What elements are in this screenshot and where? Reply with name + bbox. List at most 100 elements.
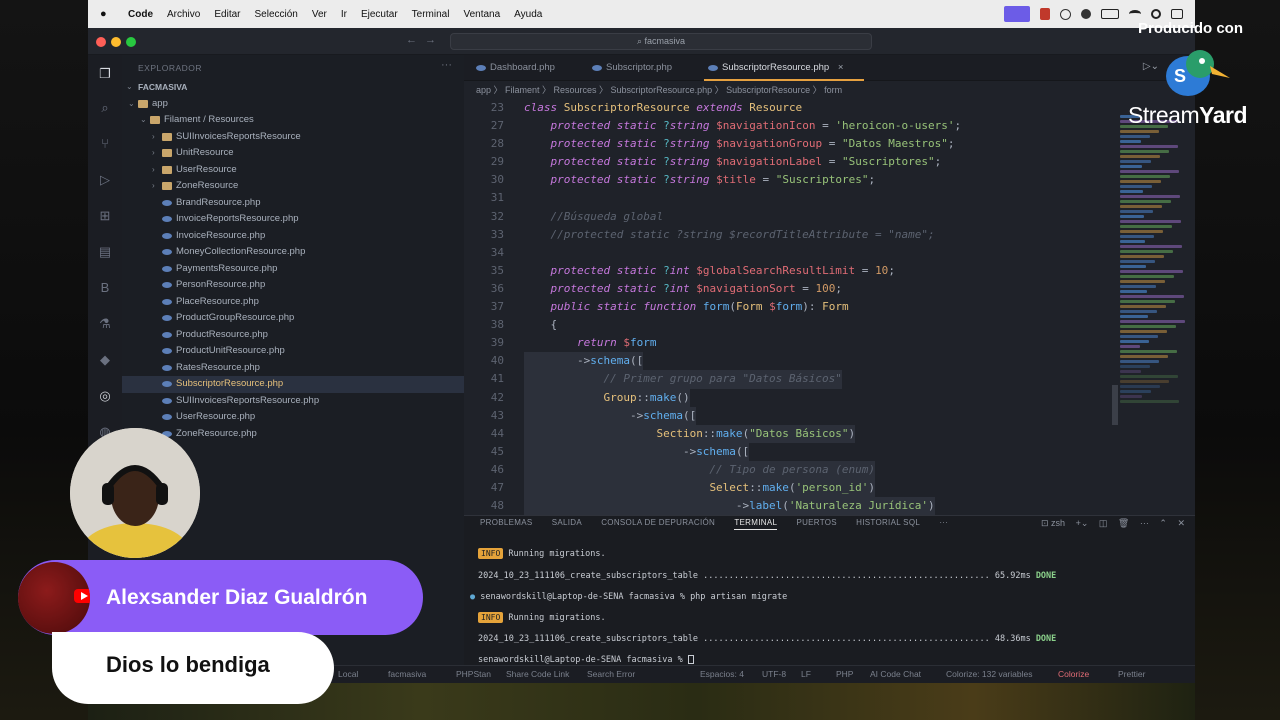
code-line[interactable]: 37 public static function form(Form $for… bbox=[464, 298, 1124, 316]
command-center-search[interactable]: ⌕ facmasiva bbox=[450, 33, 872, 50]
split-terminal-icon[interactable]: ◫ bbox=[1099, 518, 1108, 528]
status-colorize-count[interactable]: Colorize: 132 variables bbox=[946, 669, 1032, 679]
code-line[interactable]: 45 ->schema([ bbox=[464, 442, 1124, 461]
tree-file[interactable]: PaymentsResource.php bbox=[122, 261, 464, 278]
tree-file[interactable]: MoneyCollectionResource.php bbox=[122, 244, 464, 261]
code-line[interactable]: 42 Group::make() bbox=[464, 388, 1124, 407]
sticky-scroll-line[interactable]: 23 class SubscriptorResource extends Reso… bbox=[464, 99, 1124, 117]
panel-tab-debug-console[interactable]: CONSOLA DE DEPURACIÓN bbox=[601, 518, 715, 527]
tree-folder[interactable]: › ZoneResource bbox=[122, 178, 464, 195]
explorer-icon[interactable]: ❐ bbox=[96, 65, 114, 83]
code-line[interactable]: 47 Select::make('person_id') bbox=[464, 478, 1124, 498]
terminal-shell-name[interactable]: zsh bbox=[1051, 518, 1065, 528]
trash-icon[interactable]: 🗑 bbox=[1118, 518, 1129, 528]
chevron-down-icon[interactable]: ⌄ bbox=[140, 112, 147, 129]
panel-tab-problems[interactable]: PROBLEMAS bbox=[480, 518, 533, 527]
tree-file[interactable]: RatesResource.php bbox=[122, 360, 464, 377]
code-line[interactable]: 41 // Primer grupo para "Datos Básicos" bbox=[464, 370, 1124, 389]
editor-scrollbar[interactable] bbox=[1112, 385, 1118, 425]
menu-ejecutar[interactable]: Ejecutar bbox=[361, 9, 398, 20]
chevron-right-icon[interactable]: › bbox=[152, 145, 155, 162]
tab-subscriptor-resource[interactable]: SubscriptorResource.php × bbox=[704, 55, 864, 81]
terminal-prompt[interactable]: senawordskill@Laptop-de-SENA facmasiva % bbox=[478, 655, 694, 665]
status-eol[interactable]: LF bbox=[801, 669, 811, 679]
control-center-icon[interactable] bbox=[1171, 9, 1183, 19]
tree-folder[interactable]: › SUIInvoicesReportsResource bbox=[122, 129, 464, 146]
code-line[interactable]: 36 protected static ?int $navigationSort… bbox=[464, 280, 1124, 298]
close-panel-icon[interactable]: ✕ bbox=[1177, 518, 1185, 528]
menu-ayuda[interactable]: Ayuda bbox=[514, 9, 542, 20]
panel-tab-ports[interactable]: PUERTOS bbox=[796, 518, 836, 527]
menu-ventana[interactable]: Ventana bbox=[463, 9, 500, 20]
screen-share-icon[interactable] bbox=[1004, 6, 1030, 22]
menu-ver[interactable]: Ver bbox=[312, 9, 327, 20]
status-indent[interactable]: Espacios: 4 bbox=[700, 669, 744, 679]
more-actions-icon[interactable]: ··· bbox=[441, 59, 452, 71]
search-icon[interactable] bbox=[1151, 9, 1161, 19]
tab-dashboard[interactable]: Dashboard.php bbox=[472, 55, 582, 81]
wifi-icon[interactable] bbox=[1129, 10, 1141, 18]
docker-icon[interactable]: ◆ bbox=[96, 351, 114, 369]
chevron-right-icon[interactable]: › bbox=[152, 129, 155, 146]
code-view[interactable]: 23 class SubscriptorResource extends Reso… bbox=[464, 99, 1124, 516]
menu-ir[interactable]: Ir bbox=[341, 9, 347, 20]
code-line[interactable]: 35 protected static ?int $globalSearchRe… bbox=[464, 262, 1124, 280]
menu-archivo[interactable]: Archivo bbox=[167, 9, 200, 20]
remote-icon[interactable]: ▤ bbox=[96, 243, 114, 261]
tree-file[interactable]: PlaceResource.php bbox=[122, 294, 464, 311]
status-language[interactable]: PHP bbox=[836, 669, 853, 679]
tree-folder[interactable]: ⌄ Filament / Resources bbox=[122, 112, 464, 129]
minimap[interactable] bbox=[1120, 113, 1190, 413]
tree-file[interactable]: ProductGroupResource.php bbox=[122, 310, 464, 327]
testing-icon[interactable]: ⚗ bbox=[96, 315, 114, 333]
menu-seleccion[interactable]: Selección bbox=[254, 9, 297, 20]
battery-icon[interactable] bbox=[1101, 9, 1119, 19]
panel-more-icon[interactable]: ··· bbox=[939, 518, 948, 527]
search-view-icon[interactable]: ⌕ bbox=[96, 99, 114, 117]
tree-folder[interactable]: ⌄ app bbox=[122, 96, 464, 113]
code-line[interactable]: 27 protected static ?string $navigationI… bbox=[464, 117, 1124, 135]
new-terminal-icon[interactable]: +⌄ bbox=[1076, 518, 1089, 528]
status-share-code[interactable]: Share Code Link bbox=[506, 669, 569, 679]
status-colorize[interactable]: Colorize bbox=[1058, 669, 1089, 679]
code-line[interactable]: 38 { bbox=[464, 316, 1124, 334]
minimize-window-button[interactable] bbox=[111, 37, 121, 47]
code-line[interactable]: 46 // Tipo de persona (enum) bbox=[464, 460, 1124, 479]
tree-file[interactable]: ProductResource.php bbox=[122, 327, 464, 344]
ai-chat-icon[interactable]: ◎ bbox=[96, 387, 114, 405]
status-prettier[interactable]: Prettier bbox=[1118, 669, 1145, 679]
status-local[interactable]: Local bbox=[338, 669, 358, 679]
tree-root[interactable]: ⌄ FACMASIVA bbox=[122, 79, 464, 96]
play-status-icon[interactable] bbox=[1060, 8, 1071, 20]
tree-file[interactable]: BrandResource.php bbox=[122, 195, 464, 212]
status-ai-chat[interactable]: AI Code Chat bbox=[870, 669, 921, 679]
chevron-right-icon[interactable]: › bbox=[152, 162, 155, 179]
tree-file[interactable]: SUIInvoicesReportsResource.php bbox=[122, 393, 464, 410]
code-line[interactable]: 29 protected static ?string $navigationL… bbox=[464, 153, 1124, 171]
code-line[interactable]: 39 return $form bbox=[464, 334, 1124, 352]
run-code-icon[interactable]: ▷⌄ bbox=[1143, 61, 1159, 72]
code-line[interactable]: 28 protected static ?string $navigationG… bbox=[464, 135, 1124, 153]
more-icon[interactable]: ··· bbox=[1140, 518, 1149, 528]
code-line[interactable]: 32 //Búsqueda global bbox=[464, 208, 1124, 226]
status-search-error[interactable]: Search Error bbox=[587, 669, 635, 679]
close-tab-icon[interactable]: × bbox=[838, 62, 844, 73]
menu-app[interactable]: Code bbox=[128, 9, 153, 20]
code-line[interactable]: 33 //protected static ?string $recordTit… bbox=[464, 226, 1124, 244]
moon-icon[interactable] bbox=[1081, 9, 1091, 19]
tree-file[interactable]: PersonResource.php bbox=[122, 277, 464, 294]
maximize-panel-icon[interactable]: ⌃ bbox=[1159, 518, 1167, 528]
menu-terminal[interactable]: Terminal bbox=[412, 9, 450, 20]
breadcrumb[interactable]: app 〉 Filament 〉 Resources 〉 Subscriptor… bbox=[476, 83, 842, 96]
bootstrap-icon[interactable]: B bbox=[96, 279, 114, 297]
mic-status-icon[interactable] bbox=[1040, 8, 1050, 20]
close-window-button[interactable] bbox=[96, 37, 106, 47]
code-line[interactable]: 40 ->schema([ bbox=[464, 352, 1124, 371]
status-workspace[interactable]: facmasiva bbox=[388, 669, 426, 679]
code-line[interactable]: 48 ->label('Naturaleza Jurídica') bbox=[464, 497, 1124, 516]
code-line[interactable]: 34 bbox=[464, 244, 1124, 262]
tree-folder[interactable]: › UserResource bbox=[122, 162, 464, 179]
panel-tab-sql-history[interactable]: HISTORIAL SQL bbox=[856, 518, 920, 527]
tree-file[interactable]: UserResource.php bbox=[122, 409, 464, 426]
run-debug-icon[interactable]: ▷ bbox=[96, 171, 114, 189]
